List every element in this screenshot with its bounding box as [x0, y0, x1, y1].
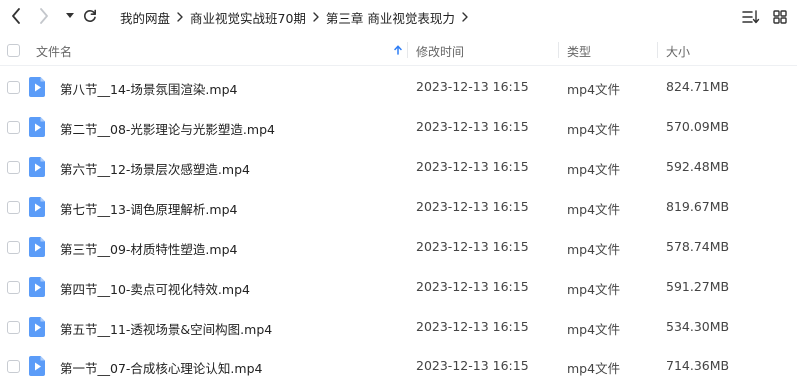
file-name[interactable]: 第七节__13-调色原理解析.mp4: [60, 199, 237, 218]
caret-down-icon: [66, 13, 74, 18]
file-size: 824.71MB: [666, 79, 730, 94]
file-name[interactable]: 第四节__10-卖点可视化特效.mp4: [60, 279, 250, 298]
file-type: mp4文件: [567, 122, 621, 137]
file-row[interactable]: 第二节__08-光影理论与光影塑造.mp4 2023-12-13 16:15 m…: [0, 107, 797, 147]
breadcrumb-item-my-drive[interactable]: 我的网盘: [120, 8, 170, 27]
file-list-header: 文件名 修改时间 类型 大小: [0, 34, 797, 66]
file-type: mp4文件: [567, 322, 621, 337]
video-file-icon: [29, 117, 45, 137]
file-name[interactable]: 第二节__08-光影理论与光影塑造.mp4: [60, 119, 275, 138]
file-type: mp4文件: [567, 82, 621, 97]
file-name[interactable]: 第一节__07-合成核心理论认知.mp4: [60, 358, 262, 377]
file-modified: 2023-12-13 16:15: [416, 159, 529, 174]
video-file-icon: [29, 77, 45, 97]
file-modified: 2023-12-13 16:15: [416, 319, 529, 334]
chevron-right-icon: [40, 8, 48, 24]
file-type: mp4文件: [567, 361, 621, 376]
video-file-icon: [29, 317, 45, 337]
select-all-checkbox[interactable]: [7, 44, 20, 57]
row-checkbox[interactable]: [7, 241, 20, 254]
row-checkbox[interactable]: [7, 360, 20, 373]
video-file-icon: [29, 237, 45, 257]
row-checkbox[interactable]: [7, 201, 20, 214]
file-size: 591.27MB: [666, 279, 730, 294]
breadcrumb-separator-icon: [313, 12, 319, 22]
file-modified: 2023-12-13 16:15: [416, 119, 529, 134]
file-type: mp4文件: [567, 282, 621, 297]
breadcrumb-separator-icon: [177, 12, 183, 22]
history-dropdown-button[interactable]: [60, 6, 80, 26]
file-name[interactable]: 第五节__11-透视场景&空间构图.mp4: [60, 319, 272, 338]
file-modified: 2023-12-13 16:15: [416, 358, 529, 373]
file-size: 578.74MB: [666, 239, 730, 254]
row-checkbox[interactable]: [7, 281, 20, 294]
column-header-name[interactable]: 文件名: [36, 43, 72, 60]
file-name[interactable]: 第三节__09-材质特性塑造.mp4: [60, 239, 237, 258]
file-row[interactable]: 第一节__07-合成核心理论认知.mp4 2023-12-13 16:15 mp…: [0, 346, 797, 381]
breadcrumb-separator-icon: [462, 12, 468, 22]
refresh-icon: [84, 9, 96, 22]
file-size: 570.09MB: [666, 119, 730, 134]
toolbar: 我的网盘 商业视觉实战班70期 第三章 商业视觉表现力: [0, 0, 797, 34]
file-size: 819.67MB: [666, 199, 730, 214]
video-file-icon: [29, 277, 45, 297]
video-file-icon: [29, 157, 45, 177]
column-divider[interactable]: [657, 42, 658, 58]
file-modified: 2023-12-13 16:15: [416, 79, 529, 94]
file-row[interactable]: 第五节__11-透视场景&空间构图.mp4 2023-12-13 16:15 m…: [0, 307, 797, 347]
file-type: mp4文件: [567, 202, 621, 217]
breadcrumb-item-course[interactable]: 商业视觉实战班70期: [190, 8, 306, 27]
file-modified: 2023-12-13 16:15: [416, 239, 529, 254]
video-file-icon: [29, 356, 45, 376]
file-modified: 2023-12-13 16:15: [416, 279, 529, 294]
file-type: mp4文件: [567, 242, 621, 257]
row-checkbox[interactable]: [7, 321, 20, 334]
file-size: 534.30MB: [666, 319, 730, 334]
file-type: mp4文件: [567, 162, 621, 177]
column-header-modified[interactable]: 修改时间: [416, 43, 464, 60]
grid-view-icon: [773, 10, 787, 24]
sort-button[interactable]: [742, 8, 760, 26]
back-button[interactable]: [6, 6, 26, 26]
column-divider[interactable]: [407, 42, 408, 58]
video-file-icon: [29, 197, 45, 217]
column-header-type[interactable]: 类型: [567, 43, 591, 60]
grid-view-button[interactable]: [771, 8, 789, 26]
row-checkbox[interactable]: [7, 121, 20, 134]
file-size: 592.48MB: [666, 159, 730, 174]
breadcrumb-item-chapter[interactable]: 第三章 商业视觉表现力: [326, 8, 455, 27]
file-name[interactable]: 第八节__14-场景氛围渲染.mp4: [60, 79, 237, 98]
file-row[interactable]: 第四节__10-卖点可视化特效.mp4 2023-12-13 16:15 mp4…: [0, 267, 797, 307]
file-row[interactable]: 第七节__13-调色原理解析.mp4 2023-12-13 16:15 mp4文…: [0, 187, 797, 227]
file-size: 714.36MB: [666, 358, 730, 373]
file-modified: 2023-12-13 16:15: [416, 199, 529, 214]
sort-ascending-icon[interactable]: [394, 45, 402, 55]
column-header-size[interactable]: 大小: [666, 43, 690, 60]
forward-button[interactable]: [34, 6, 54, 26]
column-divider[interactable]: [558, 42, 559, 58]
breadcrumb: 我的网盘 商业视觉实战班70期 第三章 商业视觉表现力: [120, 8, 475, 26]
sort-list-icon: [742, 10, 760, 24]
file-name[interactable]: 第六节__12-场景层次感塑造.mp4: [60, 159, 250, 178]
chevron-left-icon: [12, 8, 20, 24]
file-row[interactable]: 第六节__12-场景层次感塑造.mp4 2023-12-13 16:15 mp4…: [0, 147, 797, 187]
refresh-button[interactable]: [80, 6, 100, 26]
row-checkbox[interactable]: [7, 81, 20, 94]
row-checkbox[interactable]: [7, 161, 20, 174]
file-row[interactable]: 第八节__14-场景氛围渲染.mp4 2023-12-13 16:15 mp4文…: [0, 67, 797, 107]
file-row[interactable]: 第三节__09-材质特性塑造.mp4 2023-12-13 16:15 mp4文…: [0, 227, 797, 267]
